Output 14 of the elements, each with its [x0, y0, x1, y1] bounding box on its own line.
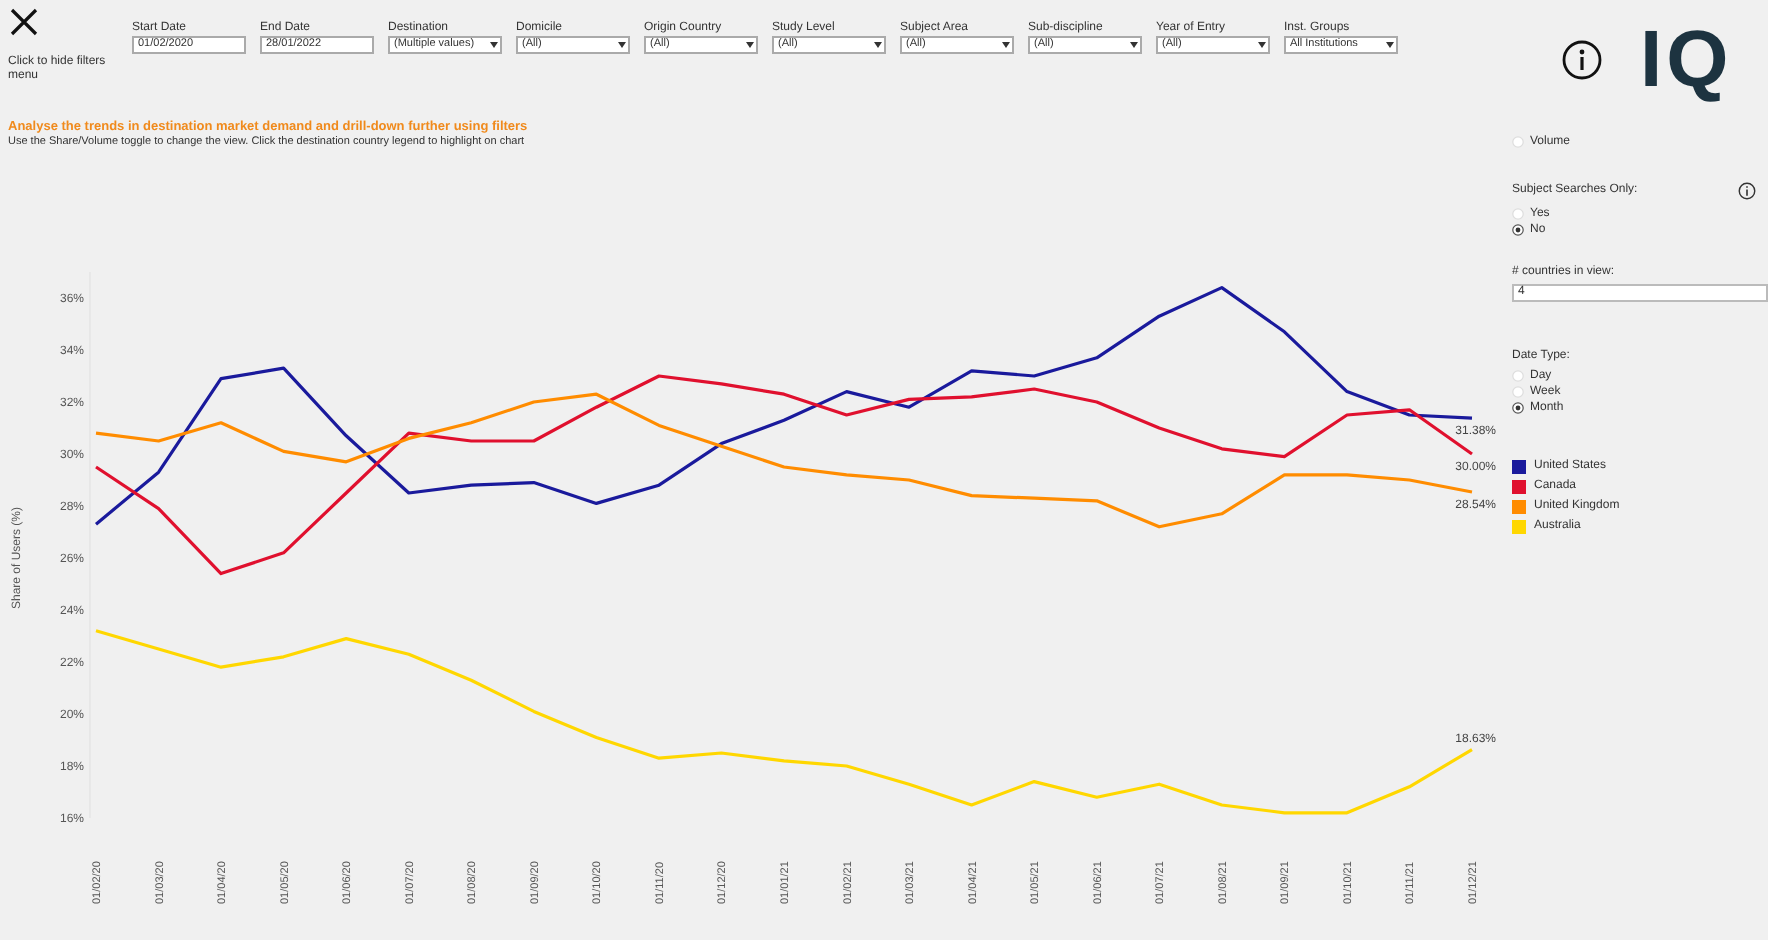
radio-button[interactable] — [1512, 402, 1524, 414]
caret-icon — [618, 42, 626, 48]
caret-icon — [1002, 42, 1010, 48]
caret-icon — [1386, 42, 1394, 48]
info-icon[interactable] — [1562, 40, 1602, 80]
radio-button[interactable] — [1512, 224, 1524, 236]
caret-icon — [746, 42, 754, 48]
info-icon[interactable] — [1738, 182, 1756, 200]
caret-icon — [1130, 42, 1138, 48]
caret-icon — [1258, 42, 1266, 48]
logo: IQ — [1640, 20, 1733, 100]
caret-icon — [874, 42, 882, 48]
caret-icon — [490, 42, 498, 48]
close-icon[interactable] — [8, 6, 40, 38]
